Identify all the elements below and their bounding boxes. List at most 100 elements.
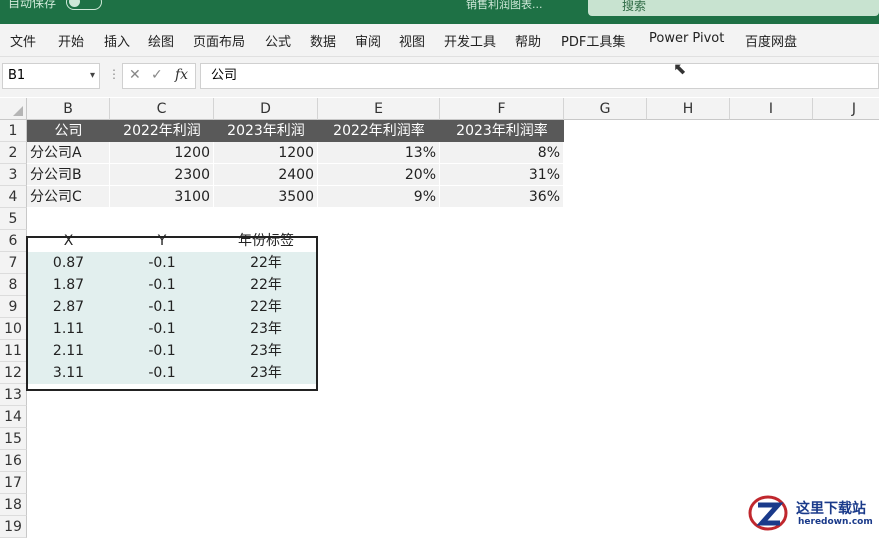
table2-cell[interactable]: 22年	[214, 296, 318, 318]
column-header-j[interactable]: J	[813, 98, 879, 120]
table1-header-cell[interactable]: 2022年利润	[110, 120, 214, 142]
autosave-toggle[interactable]	[66, 0, 103, 10]
table1-cell[interactable]: 分公司B	[27, 164, 110, 186]
row-header-18[interactable]: 18	[0, 494, 27, 516]
tab-baidu-netdisk[interactable]: 百度网盘	[745, 31, 797, 50]
name-box[interactable]: B1 ▾	[2, 63, 100, 89]
row-header-8[interactable]: 8	[0, 274, 27, 296]
table1-cell[interactable]: 3500	[214, 186, 318, 208]
table1-cell[interactable]: 9%	[318, 186, 440, 208]
table2-cell[interactable]: 1.11	[27, 318, 110, 340]
table2-cell[interactable]: -0.1	[110, 252, 214, 274]
table1-cell[interactable]: 分公司C	[27, 186, 110, 208]
table2-cell[interactable]: 0.87	[27, 252, 110, 274]
row-header-2[interactable]: 2	[0, 142, 27, 164]
column-header-g[interactable]: G	[564, 98, 647, 120]
column-header-e[interactable]: E	[318, 98, 440, 120]
tab-help[interactable]: 帮助	[515, 31, 541, 50]
row-header-19[interactable]: 19	[0, 516, 27, 538]
table2-cell[interactable]: 23年	[214, 318, 318, 340]
more-icon: ⋮	[108, 67, 120, 81]
formula-area: B1 ▾ ⋮ ✕ ✓ fx 公司	[0, 57, 879, 97]
cancel-icon[interactable]: ✕	[129, 67, 141, 83]
table1-header-cell[interactable]: 公司	[27, 120, 110, 142]
table2-header-cell[interactable]: 年份标签	[214, 230, 318, 252]
table2-header-cell[interactable]: X	[27, 230, 110, 252]
table1-cell[interactable]: 3100	[110, 186, 214, 208]
row-header-17[interactable]: 17	[0, 472, 27, 494]
tab-view[interactable]: 视图	[399, 31, 425, 50]
row-header-6[interactable]: 6	[0, 230, 27, 252]
table1-cell[interactable]: 1200	[110, 142, 214, 164]
formula-bar[interactable]: 公司	[200, 63, 879, 89]
table2-cell[interactable]: -0.1	[110, 296, 214, 318]
table1-cell[interactable]: 31%	[440, 164, 564, 186]
document-title: 销售利润图表...	[466, 0, 543, 11]
search-box[interactable]: 搜索	[588, 0, 879, 16]
quick-access-toolbar: 自动保存	[8, 0, 103, 10]
confirm-icon[interactable]: ✓	[151, 67, 163, 83]
tab-draw[interactable]: 绘图	[148, 31, 174, 50]
tab-formulas[interactable]: 公式	[265, 31, 291, 50]
tab-file[interactable]: 文件	[10, 31, 36, 50]
table1-cell[interactable]: 2300	[110, 164, 214, 186]
table2-cell[interactable]: 2.11	[27, 340, 110, 362]
table2-header-cell[interactable]: Y	[110, 230, 214, 252]
chevron-down-icon[interactable]: ▾	[90, 64, 95, 88]
table2-cell[interactable]: -0.1	[110, 362, 214, 384]
table2-cell[interactable]: 23年	[214, 362, 318, 384]
table2-cell[interactable]: 2.87	[27, 296, 110, 318]
formula-buttons: ✕ ✓ fx	[122, 63, 196, 89]
table1-header-cell[interactable]: 2023年利润率	[440, 120, 564, 142]
table2-cell[interactable]: 22年	[214, 252, 318, 274]
row-header-12[interactable]: 12	[0, 362, 27, 384]
row-header-15[interactable]: 15	[0, 428, 27, 450]
table2-cell[interactable]: 22年	[214, 274, 318, 296]
table1-cell[interactable]: 13%	[318, 142, 440, 164]
table1-cell[interactable]: 分公司A	[27, 142, 110, 164]
tab-home[interactable]: 开始	[58, 31, 84, 50]
row-header-9[interactable]: 9	[0, 296, 27, 318]
tab-data[interactable]: 数据	[310, 31, 336, 50]
table1-cell[interactable]: 8%	[440, 142, 564, 164]
table1-header-cell[interactable]: 2022年利润率	[318, 120, 440, 142]
column-header-d[interactable]: D	[214, 98, 318, 120]
tab-power-pivot[interactable]: Power Pivot	[649, 31, 724, 46]
column-header-f[interactable]: F	[440, 98, 564, 120]
column-header-c[interactable]: C	[110, 98, 214, 120]
watermark-url: heredown.com	[798, 517, 873, 527]
table1-cell[interactable]: 36%	[440, 186, 564, 208]
table2-cell[interactable]: -0.1	[110, 340, 214, 362]
row-header-11[interactable]: 11	[0, 340, 27, 362]
tab-developer[interactable]: 开发工具	[444, 31, 496, 50]
row-header-3[interactable]: 3	[0, 164, 27, 186]
row-header-5[interactable]: 5	[0, 208, 27, 230]
row-header-13[interactable]: 13	[0, 384, 27, 406]
row-header-16[interactable]: 16	[0, 450, 27, 472]
table2-cell[interactable]: 23年	[214, 340, 318, 362]
insert-function-icon[interactable]: fx	[175, 67, 188, 83]
column-header-i[interactable]: I	[730, 98, 813, 120]
row-header-4[interactable]: 4	[0, 186, 27, 208]
tab-insert[interactable]: 插入	[104, 31, 130, 50]
table2-cell[interactable]: -0.1	[110, 318, 214, 340]
tab-page-layout[interactable]: 页面布局	[193, 31, 245, 50]
table2-cell[interactable]: 1.87	[27, 274, 110, 296]
table1-cell[interactable]: 2400	[214, 164, 318, 186]
row-header-14[interactable]: 14	[0, 406, 27, 428]
table1-cell[interactable]: 20%	[318, 164, 440, 186]
table1-cell[interactable]: 1200	[214, 142, 318, 164]
table2-cell[interactable]: 3.11	[27, 362, 110, 384]
column-header-b[interactable]: B	[27, 98, 110, 120]
tab-review[interactable]: 审阅	[355, 31, 381, 50]
row-header-7[interactable]: 7	[0, 252, 27, 274]
table1-header-cell[interactable]: 2023年利润	[214, 120, 318, 142]
row-header-1[interactable]: 1	[0, 120, 27, 142]
table2-cell[interactable]: -0.1	[110, 274, 214, 296]
title-bar: 自动保存 销售利润图表... 搜索	[0, 0, 879, 24]
row-header-10[interactable]: 10	[0, 318, 27, 340]
ribbon-tabs: 文件 开始 插入 绘图 页面布局 公式 数据 审阅 视图 开发工具 帮助 PDF…	[0, 24, 879, 57]
select-all-corner[interactable]	[0, 98, 27, 120]
tab-pdf-tools[interactable]: PDF工具集	[561, 31, 625, 50]
column-header-h[interactable]: H	[647, 98, 730, 120]
